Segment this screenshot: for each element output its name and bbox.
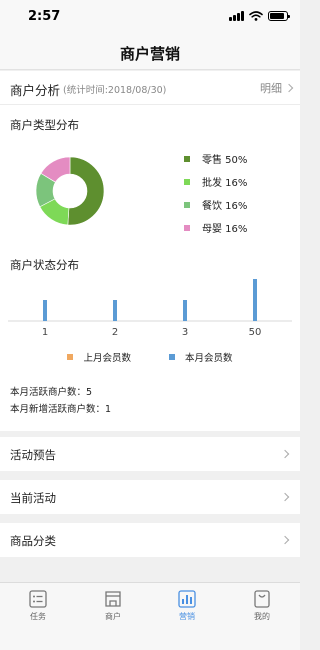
bar-本月会员数-3: [183, 300, 187, 321]
new-active-merchants-stat: 本月新增活跃商户数：1: [10, 404, 112, 415]
cellular-signal-icon: [229, 11, 244, 21]
legend-swatch: [184, 155, 190, 162]
profile-icon: [254, 590, 270, 608]
legend-item: 餐饮 16%: [184, 193, 247, 216]
chevron-right-icon: [284, 83, 294, 93]
chevron-right-icon: [280, 449, 290, 459]
analysis-header: 商户分析 (统计时间:2018/08/30) 明细: [0, 71, 300, 105]
menu-label: 活动预告: [10, 448, 56, 462]
bar-chart-icon: [178, 590, 196, 608]
status-distribution-bar-chart: 1 2 3 50: [8, 279, 292, 338]
legend-swatch: [184, 178, 190, 185]
type-distribution-donut-chart: [35, 156, 105, 226]
detail-label: 明细: [260, 82, 282, 95]
analysis-card: 商户分析 (统计时间:2018/08/30) 明细 商户类型分布 零售 50% …: [0, 71, 300, 431]
tab-label: 商户: [105, 612, 121, 621]
status-bar: 2:57: [0, 0, 300, 34]
menu-row-activity-preview[interactable]: 活动预告: [0, 437, 300, 471]
battery-icon: [268, 11, 290, 21]
status-time: 2:57: [28, 9, 61, 24]
legend-swatch: [184, 224, 190, 231]
legend-label: 批发 16%: [202, 178, 248, 189]
legend-label: 零售 50%: [202, 155, 248, 166]
tab-label: 营销: [179, 612, 195, 621]
stat-time-label: (统计时间:2018/08/30): [63, 85, 167, 96]
menu-row-current-activity[interactable]: 当前活动: [0, 480, 300, 514]
x-tick-label: 50: [249, 327, 262, 338]
task-icon: [29, 590, 47, 608]
legend-item: 批发 16%: [184, 170, 247, 193]
menu-row-product-category[interactable]: 商品分类: [0, 523, 300, 557]
legend-swatch: [184, 201, 190, 208]
legend-item: 零售 50%: [184, 147, 247, 170]
detail-link[interactable]: 明细: [260, 80, 294, 96]
legend-swatch: [169, 354, 175, 360]
tab-merchant[interactable]: 商户: [88, 589, 138, 622]
type-distribution-legend: 零售 50% 批发 16% 餐饮 16% 母婴 16%: [184, 147, 247, 239]
nav-bar: 商户营销: [0, 34, 300, 70]
bar-本月会员数-50: [253, 279, 257, 321]
status-distribution-title: 商户状态分布: [10, 258, 79, 272]
analysis-title: 商户分析: [10, 83, 61, 98]
legend-label: 上月会员数: [83, 353, 131, 364]
tab-task[interactable]: 任务: [13, 589, 63, 622]
type-distribution-title: 商户类型分布: [10, 118, 79, 132]
donut-slice-零售: [67, 156, 105, 226]
tab-marketing[interactable]: 营销: [162, 589, 212, 622]
wifi-icon: [249, 11, 263, 21]
tab-bar: 任务 商户 营销 我的: [0, 582, 300, 650]
menu-label: 商品分类: [10, 534, 56, 548]
x-tick-label: 1: [42, 327, 48, 338]
chevron-right-icon: [280, 492, 290, 502]
x-tick-label: 3: [182, 327, 188, 338]
legend-item: 母婴 16%: [184, 216, 247, 239]
bar-本月会员数-1: [43, 300, 47, 321]
legend-label: 餐饮 16%: [202, 201, 248, 212]
menu-label: 当前活动: [10, 491, 56, 505]
tab-label: 我的: [254, 612, 270, 621]
legend-item: 上月会员数: [67, 350, 131, 364]
x-tick-label: 2: [112, 327, 118, 338]
tab-profile[interactable]: 我的: [237, 589, 287, 622]
legend-label: 本月会员数: [185, 353, 233, 364]
active-merchants-stat: 本月活跃商户数：5: [10, 387, 93, 398]
status-icons: [229, 11, 290, 21]
legend-item: 本月会员数: [169, 350, 233, 364]
page-title: 商户营销: [119, 45, 180, 63]
status-distribution-legend: 上月会员数 本月会员数: [0, 350, 300, 364]
legend-label: 母婴 16%: [202, 224, 248, 235]
legend-swatch: [67, 354, 74, 360]
store-icon: [105, 591, 121, 607]
bar-本月会员数-2: [113, 300, 117, 321]
tab-label: 任务: [30, 612, 46, 621]
chevron-right-icon: [280, 535, 290, 545]
